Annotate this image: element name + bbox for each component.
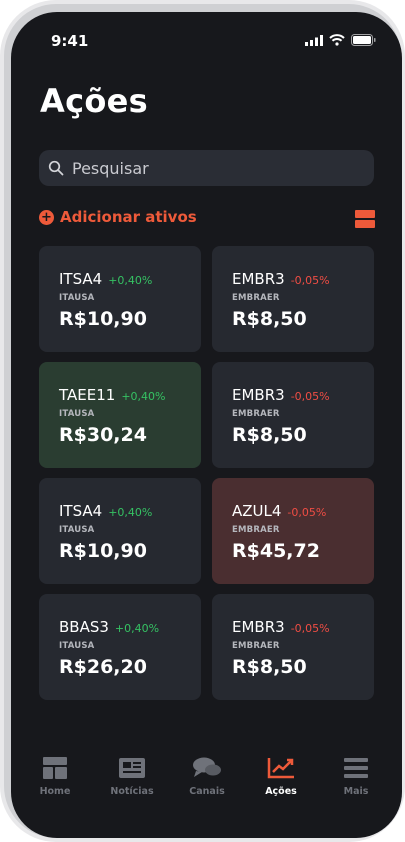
stock-price: R$45,72	[232, 540, 320, 562]
stock-card[interactable]: ITSA4 +0,40% ITAUSA R$10,90	[39, 478, 201, 584]
stock-change: +0,40%	[108, 506, 153, 519]
stock-price: R$8,50	[232, 424, 307, 446]
stock-card[interactable]: ITSA4 +0,40% ITAUSA R$10,90	[39, 246, 201, 352]
stock-ticker: EMBR3	[232, 618, 285, 636]
stock-card[interactable]: EMBR3 -0,05% EMBRAER R$8,50	[212, 594, 374, 700]
stock-change: -0,05%	[290, 390, 330, 403]
stock-company: ITAUSA	[59, 525, 95, 535]
menu-icon	[344, 758, 368, 778]
chat-icon	[193, 757, 221, 777]
stock-company: EMBRAER	[232, 293, 280, 303]
stock-change: -0,05%	[290, 274, 330, 287]
app-screen: 9:41 Ações Pesquisar + Adicionar ativos …	[11, 12, 402, 838]
status-bar: 9:41	[11, 12, 402, 56]
signal-icon	[305, 34, 323, 46]
tab-label: Ações	[265, 786, 297, 797]
stock-company: ITAUSA	[59, 293, 95, 303]
add-assets-label: Adicionar ativos	[60, 208, 197, 226]
search-input[interactable]	[70, 157, 374, 179]
stock-card[interactable]: BBAS3 +0,40% ITAUSA R$26,20	[39, 594, 201, 700]
tab-label: Mais	[343, 786, 369, 797]
bottom-tab-bar: Home Notícias Canais Ações Mais	[11, 756, 402, 806]
plus-circle-icon: +	[39, 209, 54, 225]
tab-noticias[interactable]: Notícias	[102, 756, 162, 797]
stock-company: EMBRAER	[232, 525, 280, 535]
stock-ticker: ITSA4	[59, 270, 103, 288]
stock-change: +0,40%	[121, 390, 166, 403]
tab-label: Notícias	[110, 786, 154, 797]
chart-icon	[267, 758, 294, 779]
stock-change: +0,40%	[114, 622, 160, 635]
stock-change: -0,05%	[287, 506, 327, 519]
stock-ticker: TAEE11	[59, 386, 116, 404]
tab-acoes[interactable]: Ações	[251, 756, 311, 797]
phone-bezel: 9:41 Ações Pesquisar + Adicionar ativos …	[4, 4, 402, 838]
stock-price: R$8,50	[232, 308, 307, 330]
stock-card[interactable]: EMBR3 -0,05% EMBRAER R$8,50	[212, 362, 374, 468]
stock-ticker: BBAS3	[59, 618, 109, 636]
stock-change: -0,05%	[290, 622, 330, 635]
stock-card[interactable]: TAEE11 +0,40% ITAUSA R$30,24	[39, 362, 201, 468]
status-icons	[305, 34, 376, 46]
stock-change: +0,40%	[108, 274, 153, 287]
status-time: 9:41	[51, 32, 89, 50]
stock-company: EMBRAER	[232, 641, 280, 651]
search-icon	[48, 160, 64, 176]
stock-card[interactable]: AZUL4 -0,05% EMBRAER R$45,72	[212, 478, 374, 584]
search-bar[interactable]	[39, 150, 374, 186]
add-assets-button[interactable]: + Adicionar ativos	[39, 208, 197, 226]
stock-ticker: EMBR3	[232, 386, 285, 404]
home-icon	[43, 757, 67, 779]
tab-mais[interactable]: Mais	[326, 756, 386, 797]
stock-price: R$30,24	[59, 424, 147, 446]
stock-ticker: EMBR3	[232, 270, 285, 288]
stock-price: R$8,50	[232, 656, 307, 678]
stock-card[interactable]: EMBR3 -0,05% EMBRAER R$8,50	[212, 246, 374, 352]
view-toggle-icon[interactable]	[355, 210, 375, 228]
battery-icon	[351, 34, 376, 46]
stock-price: R$26,20	[59, 656, 147, 678]
stock-ticker: ITSA4	[59, 502, 103, 520]
tab-label: Home	[39, 786, 71, 797]
tab-home[interactable]: Home	[25, 756, 85, 797]
stock-price: R$10,90	[59, 540, 147, 562]
newspaper-icon	[119, 758, 145, 778]
add-assets-row: + Adicionar ativos	[39, 208, 375, 230]
page-title: Ações	[40, 82, 148, 120]
stock-company: ITAUSA	[59, 409, 95, 419]
stock-price: R$10,90	[59, 308, 147, 330]
stock-company: EMBRAER	[232, 409, 280, 419]
tab-canais[interactable]: Canais	[177, 756, 237, 797]
tab-label: Canais	[189, 786, 225, 797]
phone-frame: 9:41 Ações Pesquisar + Adicionar ativos …	[0, 0, 405, 842]
wifi-icon	[329, 34, 345, 46]
stock-company: ITAUSA	[59, 641, 95, 651]
stock-ticker: AZUL4	[232, 502, 282, 520]
